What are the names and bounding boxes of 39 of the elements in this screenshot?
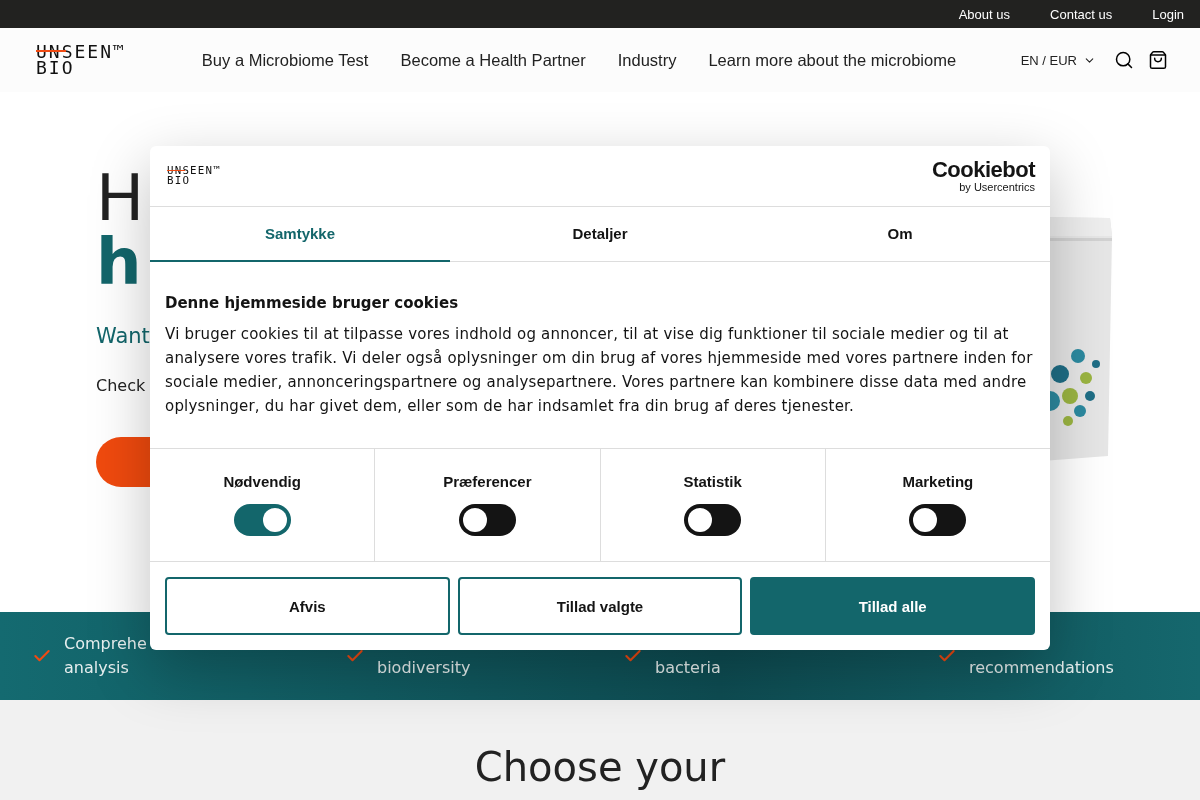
toggle-switch[interactable] (458, 504, 516, 536)
dialog-text: Vi bruger cookies til at tilpasse vores indhold og annoncer, til at vise dig funktioner til sociale medier og til at analysere vores trafik. Vi deler også oplysninger om din brug af vores hjemmeside med vores partnere inden for sociale medier, annonceringspartnere og analysepartnere. Vores partnere kan kombinere disse data med andre oplysninger, du har givet dem, eller som de har indsamlet fra din brug af deres tjenester. (165, 324, 1034, 417)
logo: UNSEEN™ BIO (167, 166, 221, 186)
provider-logo: Cookiebot (931, 159, 1035, 181)
search-icon[interactable] (1114, 50, 1134, 70)
category-label: Marketing (902, 473, 974, 490)
hero-title-highlight: h (96, 230, 142, 294)
toggle-switch[interactable] (909, 504, 967, 536)
toggle-switch[interactable] (233, 504, 291, 536)
category-label: Præferencer (443, 473, 532, 490)
nav-link[interactable]: Learn more about the microbiome (708, 50, 957, 70)
dialog-heading: Denne hjemmeside bruger cookies (165, 294, 460, 312)
section-title: Choose your (474, 744, 726, 792)
nav-link[interactable]: Buy a Microbiome Test (201, 50, 369, 70)
hero-text: Check (96, 376, 146, 395)
nav-link[interactable]: Industry (617, 50, 677, 70)
tab[interactable]: Om (750, 207, 1050, 262)
tab[interactable]: Samtykke (150, 207, 450, 262)
dialog-button[interactable]: Tillad valgte (457, 577, 743, 635)
bag-icon[interactable] (1148, 50, 1168, 70)
nav-link[interactable]: Become a Health Partner (400, 50, 586, 70)
category-label: Nødvendig (223, 473, 301, 490)
top-link[interactable]: Login (1152, 6, 1184, 22)
feature-text: analysis (64, 657, 130, 679)
allow-all-button[interactable]: Tillad alle (750, 577, 1035, 635)
provider-subtitle: by Usercentrics (959, 181, 1035, 193)
tab[interactable]: Detaljer (450, 207, 750, 262)
feature-text: recommendations (969, 657, 1114, 679)
hero-subtitle: Want (96, 324, 150, 348)
category-label: Statistik (683, 473, 742, 490)
hero-title: H (96, 166, 145, 230)
top-link[interactable]: About us (958, 6, 1011, 22)
feature-text: Comprehe (64, 633, 147, 655)
locale-selector[interactable]: EN / EUR (1020, 52, 1096, 68)
toggle-switch[interactable] (684, 504, 742, 536)
top-link[interactable]: Contact us (1050, 6, 1113, 22)
feature-text: bacteria (655, 657, 721, 679)
feature-text: biodiversity (377, 657, 471, 679)
dialog-button[interactable]: Afvis (165, 577, 450, 635)
